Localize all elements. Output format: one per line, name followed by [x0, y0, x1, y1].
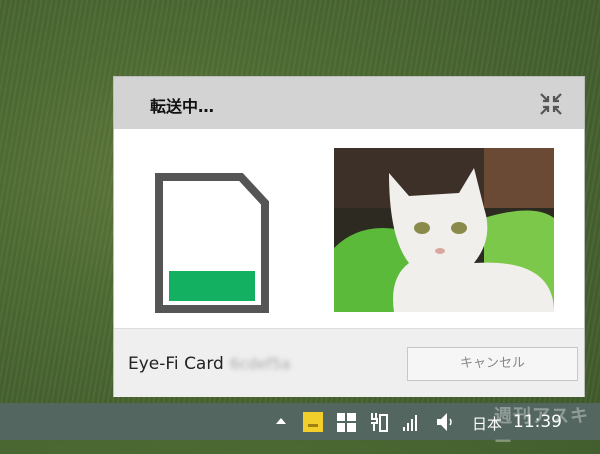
- card-id: 6cdef5a: [229, 355, 291, 373]
- eye-fi-tray-icon[interactable]: [303, 412, 323, 432]
- power-icon[interactable]: [369, 411, 389, 433]
- collapse-arrows-icon[interactable]: [538, 91, 564, 117]
- volume-icon[interactable]: [437, 412, 455, 432]
- sd-card-icon: [155, 173, 269, 313]
- windows-icon[interactable]: [337, 413, 356, 432]
- cancel-button[interactable]: キャンセル: [407, 347, 578, 381]
- watermark: 週刊アスキー: [494, 406, 589, 453]
- card-label: Eye-Fi Card: [128, 354, 224, 374]
- transfer-progress-fill: [169, 271, 255, 301]
- card-name: Eye-Fi Card 6cdef5a: [128, 354, 290, 374]
- dialog-header: 転送中…: [114, 77, 584, 129]
- signal-icon[interactable]: [403, 413, 419, 431]
- transfer-dialog: 転送中… Eye-Fi Card 6cdef5a キャンセル: [113, 76, 585, 397]
- dialog-footer: Eye-Fi Card 6cdef5a キャンセル: [114, 328, 584, 397]
- transferring-photo: [334, 148, 554, 312]
- dialog-title: 転送中…: [150, 97, 215, 116]
- show-hidden-icons-chevron[interactable]: [276, 418, 286, 424]
